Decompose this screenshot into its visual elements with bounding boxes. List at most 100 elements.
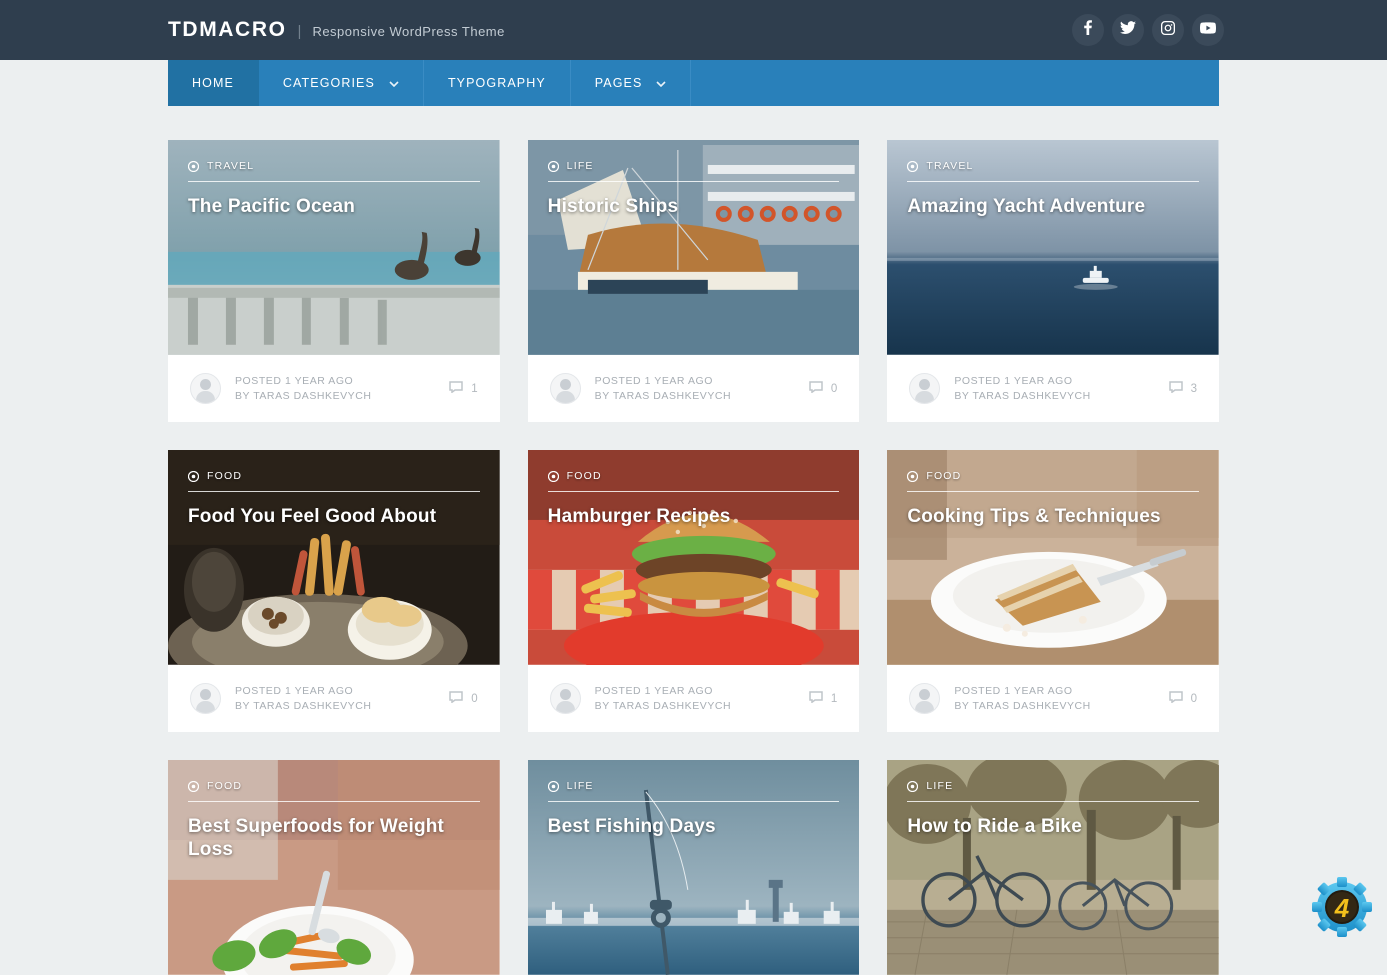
post-category[interactable]: FOOD: [547, 470, 840, 482]
social-link-youtube[interactable]: [1192, 14, 1224, 46]
twitter-icon: [1120, 20, 1136, 40]
post-date: POSTED 1 YEAR AGO: [954, 375, 1073, 387]
post-title[interactable]: Best Superfoods for Weight Loss: [188, 816, 480, 862]
category-divider: [188, 181, 480, 182]
target-icon: [907, 470, 919, 482]
post-thumbnail[interactable]: FOOD Cooking Tips & Techniques: [887, 450, 1219, 665]
post-card[interactable]: LIFE How to Ride a Bike: [887, 760, 1219, 975]
comment-bubble-icon: [809, 690, 823, 708]
post-category[interactable]: LIFE: [547, 160, 840, 172]
post-meta-text: POSTED 1 YEAR AGO BY TARAS DASHKEVYCH: [954, 375, 1091, 402]
target-icon: [188, 470, 199, 482]
gear-badge[interactable]: 4: [1311, 876, 1373, 938]
post-card[interactable]: LIFE Historic Ships POSTED 1 YEAR AGO BY…: [527, 140, 860, 422]
post-date: POSTED 1 YEAR AGO: [594, 685, 713, 697]
comment-count: 1: [830, 692, 838, 705]
post-category[interactable]: TRAVEL: [907, 160, 1199, 172]
site-tagline: Responsive WordPress Theme: [312, 24, 505, 39]
post-overlay: LIFE Historic Ships: [528, 140, 860, 355]
post-meta-text: POSTED 1 YEAR AGO BY TARAS DASHKEVYCH: [595, 375, 732, 402]
post-author: BY TARAS DASHKEVYCH: [235, 700, 372, 712]
post-category[interactable]: TRAVEL: [188, 160, 480, 172]
post-title[interactable]: Historic Ships: [548, 196, 840, 219]
post-author: BY TARAS DASHKEVYCH: [954, 700, 1091, 712]
post-meta-text: POSTED 1 YEAR AGO BY TARAS DASHKEVYCH: [235, 685, 372, 712]
post-category-label: LIFE: [566, 160, 594, 172]
post-category[interactable]: LIFE: [907, 780, 1199, 792]
nav-item-home[interactable]: HOME: [168, 60, 259, 106]
comment-count: 0: [1190, 692, 1197, 705]
post-date: POSTED 1 YEAR AGO: [594, 375, 713, 387]
post-category[interactable]: FOOD: [907, 470, 1199, 482]
post-card[interactable]: FOOD Best Superfoods for Weight Loss: [168, 760, 500, 975]
post-title[interactable]: Food You Feel Good About: [188, 506, 480, 529]
target-icon: [547, 780, 559, 792]
comment-bubble-icon: [449, 380, 463, 398]
category-divider: [547, 181, 840, 182]
comment-count-link[interactable]: 3: [1168, 380, 1197, 398]
comment-bubble-icon: [809, 380, 823, 398]
post-thumbnail[interactable]: TRAVEL The Pacific Ocean: [168, 140, 500, 355]
nav-item-typography[interactable]: TYPOGRAPHY: [424, 60, 571, 106]
site-branding[interactable]: TDMACRO | Responsive WordPress Theme: [168, 18, 505, 42]
post-category-label: TRAVEL: [207, 160, 255, 172]
target-icon: [188, 780, 199, 792]
post-grid: TRAVEL The Pacific Ocean POSTED 1 YEAR A…: [168, 140, 1219, 975]
post-author: BY TARAS DASHKEVYCH: [594, 390, 732, 402]
post-thumbnail[interactable]: FOOD Hamburger Recipes: [527, 450, 860, 665]
post-title[interactable]: Cooking Tips & Techniques: [907, 506, 1199, 529]
post-thumbnail[interactable]: LIFE How to Ride a Bike: [887, 760, 1219, 975]
category-divider: [907, 491, 1199, 492]
post-title[interactable]: Amazing Yacht Adventure: [907, 196, 1199, 219]
social-link-twitter[interactable]: [1112, 14, 1144, 46]
comment-count-link[interactable]: 0: [1168, 690, 1197, 708]
post-thumbnail[interactable]: FOOD Best Superfoods for Weight Loss: [168, 760, 500, 975]
post-category-label: FOOD: [207, 470, 243, 482]
post-card[interactable]: FOOD Food You Feel Good About POSTED 1 Y…: [168, 450, 500, 732]
social-link-instagram[interactable]: [1152, 14, 1184, 46]
post-category-label: LIFE: [566, 780, 594, 792]
post-author: BY TARAS DASHKEVYCH: [235, 390, 372, 402]
post-card[interactable]: LIFE Best Fishing Days: [527, 760, 860, 975]
nav-item-pages[interactable]: PAGES: [571, 60, 692, 106]
post-thumbnail[interactable]: FOOD Food You Feel Good About: [168, 450, 500, 665]
post-meta: POSTED 1 YEAR AGO BY TARAS DASHKEVYCH 1: [528, 665, 860, 732]
post-title[interactable]: The Pacific Ocean: [188, 196, 480, 219]
chevron-down-icon: [656, 76, 666, 90]
post-category-label: FOOD: [926, 470, 962, 482]
nav-item-categories[interactable]: CATEGORIES: [259, 60, 424, 106]
comment-bubble-icon: [1168, 380, 1183, 398]
post-title[interactable]: How to Ride a Bike: [907, 816, 1199, 839]
post-meta: POSTED 1 YEAR AGO BY TARAS DASHKEVYCH 1: [168, 355, 500, 422]
post-title[interactable]: Best Fishing Days: [548, 816, 840, 839]
social-link-facebook[interactable]: [1072, 14, 1104, 46]
post-category[interactable]: LIFE: [547, 780, 840, 792]
comment-count-link[interactable]: 1: [449, 380, 478, 398]
post-category-label: FOOD: [207, 780, 243, 792]
comment-count-link[interactable]: 1: [809, 690, 837, 708]
post-thumbnail[interactable]: LIFE Historic Ships: [527, 140, 860, 355]
category-divider: [907, 801, 1199, 802]
post-category[interactable]: FOOD: [188, 780, 480, 792]
post-card[interactable]: FOOD Cooking Tips & Techniques POSTED 1 …: [887, 450, 1219, 732]
post-thumbnail[interactable]: TRAVEL Amazing Yacht Adventure: [887, 140, 1219, 355]
target-icon: [907, 160, 919, 172]
comment-bubble-icon: [1168, 690, 1183, 708]
comment-count-link[interactable]: 0: [449, 690, 478, 708]
comment-count: 3: [1190, 382, 1197, 395]
post-card[interactable]: FOOD Hamburger Recipes POSTED 1 YEAR AGO…: [527, 450, 860, 732]
svg-text:4: 4: [1334, 893, 1350, 923]
post-author: BY TARAS DASHKEVYCH: [594, 700, 732, 712]
post-author: BY TARAS DASHKEVYCH: [954, 390, 1091, 402]
post-meta: POSTED 1 YEAR AGO BY TARAS DASHKEVYCH 0: [887, 665, 1219, 732]
site-title: TDMACRO: [168, 18, 287, 41]
post-category[interactable]: FOOD: [188, 470, 480, 482]
category-divider: [907, 181, 1199, 182]
post-thumbnail[interactable]: LIFE Best Fishing Days: [527, 760, 860, 975]
post-card[interactable]: TRAVEL The Pacific Ocean POSTED 1 YEAR A…: [168, 140, 500, 422]
target-icon: [907, 780, 919, 792]
primary-navigation: HOME CATEGORIES TYPOGRAPHY PAGES: [168, 60, 1219, 106]
post-title[interactable]: Hamburger Recipes: [548, 506, 840, 529]
comment-count-link[interactable]: 0: [809, 380, 837, 398]
post-card[interactable]: TRAVEL Amazing Yacht Adventure POSTED 1 …: [887, 140, 1219, 422]
